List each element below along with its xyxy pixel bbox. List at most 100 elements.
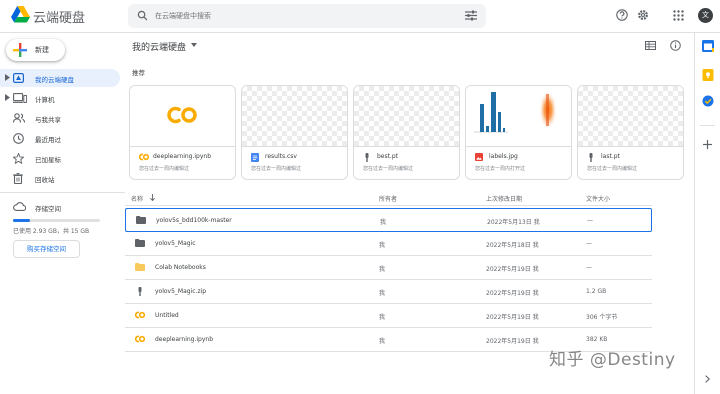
colab-file-icon: [139, 153, 149, 161]
card-file-name: results.csv: [265, 153, 297, 160]
new-button[interactable]: 新建: [6, 39, 65, 61]
image-file-icon: [475, 153, 483, 161]
column-header-owner[interactable]: 所有者: [379, 194, 397, 203]
column-header-size[interactable]: 文件大小: [586, 194, 610, 203]
row-size: —: [586, 264, 592, 271]
chevron-right-icon[interactable]: [705, 375, 710, 383]
help-icon[interactable]: [616, 9, 628, 21]
search-icon[interactable]: [137, 10, 148, 21]
sidebar-item-starred[interactable]: 已加星标: [0, 149, 120, 167]
app-title: 云端硬盘: [33, 11, 86, 26]
row-size: 382 KB: [586, 336, 608, 343]
sidebar-item-label: 与我共享: [35, 116, 61, 124]
computer-icon: [13, 93, 27, 103]
colab-file-icon: [135, 335, 145, 343]
doc-file-icon: [251, 153, 259, 162]
row-owner: 我: [379, 266, 386, 273]
column-header-modified[interactable]: 上次修改日期: [486, 194, 522, 203]
sidebar-divider: [0, 192, 125, 193]
suggested-card[interactable]: labels.jpg 您在过去一周内打开过: [465, 85, 572, 180]
card-file-activity: 您在过去一周内编辑过: [587, 166, 638, 172]
breadcrumb[interactable]: 我的云端硬盘: [132, 40, 186, 53]
side-panel-divider: [700, 125, 715, 126]
new-button-label: 新建: [35, 46, 49, 54]
card-file-activity: 您在过去一周内编辑过: [139, 166, 190, 172]
row-owner: 我: [379, 338, 386, 345]
row-modified: 2022年5月19日 我: [486, 314, 539, 321]
labels-preview-image: [474, 90, 557, 133]
sidebar-item-label: 回收站: [35, 176, 55, 184]
settings-gear-icon[interactable]: [637, 9, 649, 21]
sidebar-item-computers[interactable]: 计算机: [0, 89, 120, 107]
storage-label: 存储空间: [35, 205, 61, 213]
card-file-name: last.pt: [601, 153, 620, 160]
colab-logo-icon: [167, 106, 197, 124]
row-size: 1.2 GB: [586, 288, 607, 295]
table-row[interactable]: yolov5_Magic.zip 我 2022年5月19日 我 1.2 GB: [125, 280, 652, 304]
caret-right-icon[interactable]: [5, 74, 10, 81]
sidebar-item-my-drive[interactable]: 我的云端硬盘: [0, 69, 120, 87]
table-row[interactable]: Colab Notebooks 我 2022年5月19日 我 —: [125, 256, 652, 280]
colab-file-icon: [135, 311, 145, 319]
suggested-card[interactable]: best.pt 您在过去一周内编辑过: [353, 85, 460, 180]
image-thumbnail: [466, 86, 571, 147]
sort-arrow-down-icon[interactable]: [150, 194, 155, 201]
row-file-name: Colab Notebooks: [155, 264, 206, 271]
list-view-icon[interactable]: [645, 41, 656, 50]
shared-icon: [13, 113, 25, 123]
clock-icon: [13, 133, 24, 144]
row-file-name: yolov5_Magic: [155, 240, 196, 247]
search-options-icon[interactable]: [465, 10, 477, 21]
row-file-name: Untitled: [155, 312, 179, 319]
add-addon-icon[interactable]: [703, 140, 712, 149]
table-row[interactable]: yolov5_Magic 我 2022年5月18日 我 —: [125, 232, 652, 256]
storage-usage-text: 已使用 2.93 GB，共 15 GB: [13, 228, 90, 235]
generic-file-icon: [365, 153, 369, 162]
info-icon[interactable]: [670, 40, 681, 51]
buy-storage-button[interactable]: 购买存储空间: [13, 240, 80, 258]
apps-grid-icon[interactable]: [673, 10, 684, 21]
tasks-icon[interactable]: [702, 95, 714, 107]
calendar-icon[interactable]: [702, 40, 714, 52]
search-bar[interactable]: [128, 4, 486, 28]
file-thumbnail: [578, 86, 683, 147]
star-icon: [13, 153, 24, 164]
row-modified: 2022年5月19日 我: [486, 338, 539, 345]
suggested-card[interactable]: deeplearning.ipynb 您在过去一周内编辑过: [129, 85, 236, 180]
row-size: —: [587, 217, 593, 224]
file-thumbnail: [242, 86, 347, 147]
card-file-name: deeplearning.ipynb: [153, 153, 212, 160]
row-size: 306 个字节: [586, 314, 618, 321]
table-row[interactable]: Untitled 我 2022年5月19日 我 306 个字节: [125, 304, 652, 328]
sidebar: 新建 我的云端硬盘 计算机 与我共享 最近用过 已加星标 回收站 存储空间 已使…: [0, 33, 125, 394]
suggested-card[interactable]: last.pt 您在过去一周内编辑过: [577, 85, 684, 180]
sidebar-item-trash[interactable]: 回收站: [0, 169, 120, 187]
search-input[interactable]: [155, 4, 455, 28]
sidebar-item-shared[interactable]: 与我共享: [0, 109, 120, 127]
table-row[interactable]: yolov5s_bdd100k-master 我 2022年5月13日 我 —: [125, 208, 652, 232]
sidebar-item-storage[interactable]: 存储空间: [0, 198, 120, 216]
row-modified: 2022年5月19日 我: [486, 266, 539, 273]
suggested-section-label: 推荐: [132, 69, 145, 77]
drive-icon: [13, 73, 24, 83]
trash-icon: [13, 173, 23, 184]
sidebar-item-label: 我的云端硬盘: [35, 76, 74, 84]
sidebar-item-recent[interactable]: 最近用过: [0, 129, 120, 147]
drive-logo[interactable]: [11, 6, 30, 23]
suggested-card[interactable]: results.csv 您在过去一周内编辑过: [241, 85, 348, 180]
file-thumbnail: [354, 86, 459, 147]
card-file-name: labels.jpg: [489, 153, 518, 160]
row-owner: 我: [379, 314, 386, 321]
generic-file-icon: [589, 153, 593, 162]
column-header-name[interactable]: 名称: [131, 194, 143, 203]
row-owner: 我: [380, 219, 387, 226]
caret-right-icon[interactable]: [5, 94, 10, 101]
row-modified: 2022年5月19日 我: [486, 290, 539, 297]
folder-icon: [136, 216, 146, 224]
chevron-down-icon[interactable]: [191, 43, 197, 47]
row-modified: 2022年5月18日 我: [486, 242, 539, 249]
cloud-icon: [13, 202, 26, 211]
sidebar-item-label: 计算机: [35, 96, 55, 104]
avatar[interactable]: 文: [698, 8, 713, 23]
keep-icon[interactable]: [702, 69, 714, 81]
